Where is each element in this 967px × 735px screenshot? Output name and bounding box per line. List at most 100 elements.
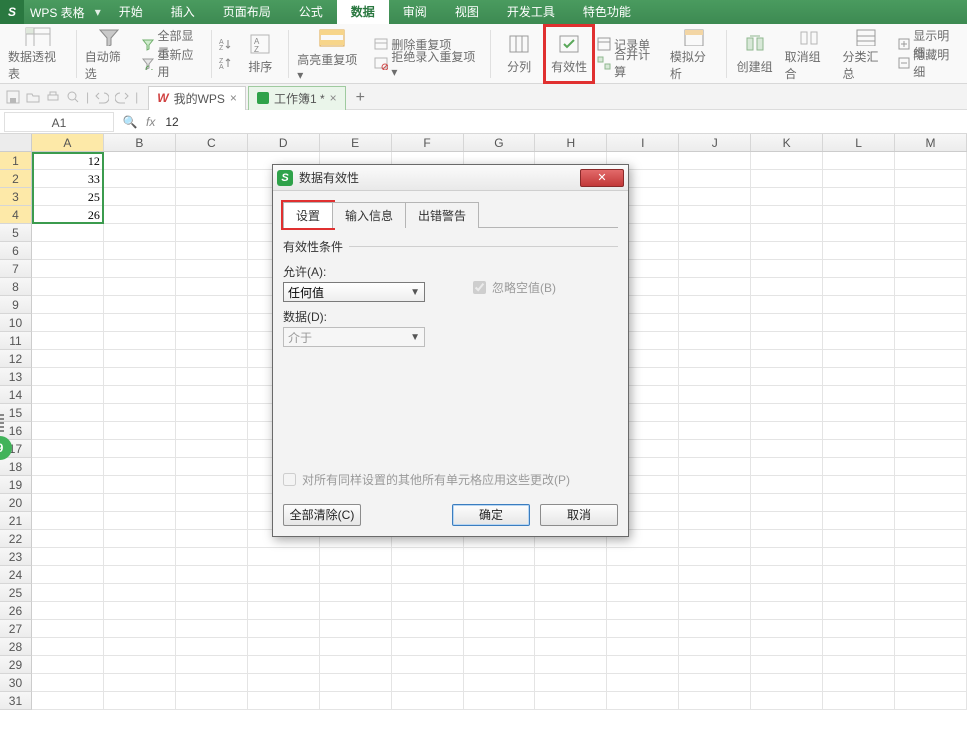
cell[interactable] xyxy=(895,296,967,314)
cell[interactable] xyxy=(535,674,607,692)
col-header-M[interactable]: M xyxy=(895,134,967,151)
cell[interactable] xyxy=(535,602,607,620)
row-header[interactable]: 8 xyxy=(0,278,32,296)
cell[interactable] xyxy=(607,638,679,656)
cell[interactable] xyxy=(823,350,895,368)
cell[interactable] xyxy=(32,458,104,476)
cell[interactable] xyxy=(751,674,823,692)
cell[interactable] xyxy=(176,422,248,440)
cell[interactable] xyxy=(823,548,895,566)
cell[interactable] xyxy=(176,332,248,350)
clear-all-button[interactable]: 全部清除(C) xyxy=(283,504,361,526)
row-header[interactable]: 5 xyxy=(0,224,32,242)
cell[interactable] xyxy=(104,494,176,512)
cell[interactable] xyxy=(32,260,104,278)
row-header[interactable]: 14 xyxy=(0,386,32,404)
cell[interactable] xyxy=(895,476,967,494)
group-button[interactable]: 创建组 xyxy=(731,26,779,82)
cell[interactable] xyxy=(823,638,895,656)
cell[interactable] xyxy=(895,278,967,296)
cell[interactable] xyxy=(751,656,823,674)
cell[interactable] xyxy=(823,152,895,170)
dialog-tab-settings[interactable]: 设置 xyxy=(283,202,333,228)
cell[interactable] xyxy=(32,494,104,512)
cell[interactable] xyxy=(751,350,823,368)
cell[interactable] xyxy=(176,566,248,584)
ok-button[interactable]: 确定 xyxy=(452,504,530,526)
cell[interactable] xyxy=(248,656,320,674)
col-header-B[interactable]: B xyxy=(104,134,176,151)
cell[interactable] xyxy=(895,440,967,458)
cell[interactable] xyxy=(751,566,823,584)
cell[interactable] xyxy=(248,674,320,692)
cell[interactable] xyxy=(607,656,679,674)
cell[interactable] xyxy=(679,458,751,476)
cell[interactable] xyxy=(176,296,248,314)
row-header[interactable]: 29 xyxy=(0,656,32,674)
cell[interactable] xyxy=(320,548,392,566)
cell[interactable] xyxy=(176,260,248,278)
cell[interactable] xyxy=(895,368,967,386)
cell[interactable] xyxy=(32,314,104,332)
reapply-button[interactable]: 重新应用 xyxy=(139,54,208,72)
cell[interactable] xyxy=(176,404,248,422)
cell[interactable] xyxy=(751,386,823,404)
cell[interactable] xyxy=(607,692,679,710)
cell[interactable] xyxy=(751,512,823,530)
cell[interactable] xyxy=(823,314,895,332)
row-header[interactable]: 24 xyxy=(0,566,32,584)
cell[interactable] xyxy=(751,314,823,332)
autofilter-button[interactable]: 自动筛选 xyxy=(81,26,137,82)
cell[interactable] xyxy=(895,692,967,710)
cell[interactable] xyxy=(895,674,967,692)
cell[interactable] xyxy=(104,278,176,296)
cell[interactable] xyxy=(392,620,464,638)
cell[interactable] xyxy=(679,296,751,314)
cell[interactable] xyxy=(823,188,895,206)
row-header[interactable]: 19 xyxy=(0,476,32,494)
cell[interactable] xyxy=(392,638,464,656)
row-header[interactable]: 26 xyxy=(0,602,32,620)
row-header[interactable]: 21 xyxy=(0,512,32,530)
cell[interactable] xyxy=(104,260,176,278)
cell[interactable] xyxy=(751,494,823,512)
row-header[interactable]: 7 xyxy=(0,260,32,278)
cell[interactable] xyxy=(104,602,176,620)
cell[interactable] xyxy=(679,494,751,512)
sort-asc-button[interactable]: AZ xyxy=(216,35,234,53)
cell[interactable] xyxy=(248,638,320,656)
cell[interactable] xyxy=(176,188,248,206)
cell[interactable] xyxy=(320,620,392,638)
menu-features[interactable]: 特色功能 xyxy=(569,0,645,24)
cell[interactable] xyxy=(895,422,967,440)
cell[interactable] xyxy=(32,242,104,260)
cell[interactable] xyxy=(823,458,895,476)
cell[interactable] xyxy=(895,602,967,620)
cell[interactable] xyxy=(607,566,679,584)
cell[interactable] xyxy=(32,584,104,602)
cell[interactable] xyxy=(607,548,679,566)
cell[interactable] xyxy=(535,656,607,674)
cell[interactable] xyxy=(895,350,967,368)
cell[interactable] xyxy=(104,188,176,206)
cell[interactable] xyxy=(895,206,967,224)
cell[interactable] xyxy=(607,602,679,620)
cell[interactable] xyxy=(104,584,176,602)
cell[interactable] xyxy=(176,368,248,386)
cell[interactable] xyxy=(679,188,751,206)
cell[interactable] xyxy=(392,674,464,692)
col-header-K[interactable]: K xyxy=(751,134,823,151)
ungroup-button[interactable]: 取消组合 xyxy=(781,26,837,82)
cell[interactable] xyxy=(320,584,392,602)
row-header[interactable]: 2 xyxy=(0,170,32,188)
cell[interactable] xyxy=(895,170,967,188)
cell[interactable] xyxy=(32,566,104,584)
cell[interactable] xyxy=(104,692,176,710)
cell[interactable] xyxy=(32,530,104,548)
cell[interactable]: 12 xyxy=(32,152,104,170)
cell[interactable] xyxy=(751,296,823,314)
cell[interactable] xyxy=(464,584,536,602)
cell[interactable] xyxy=(823,422,895,440)
name-box[interactable]: A1 xyxy=(4,112,114,132)
menu-start[interactable]: 开始 xyxy=(105,0,157,24)
